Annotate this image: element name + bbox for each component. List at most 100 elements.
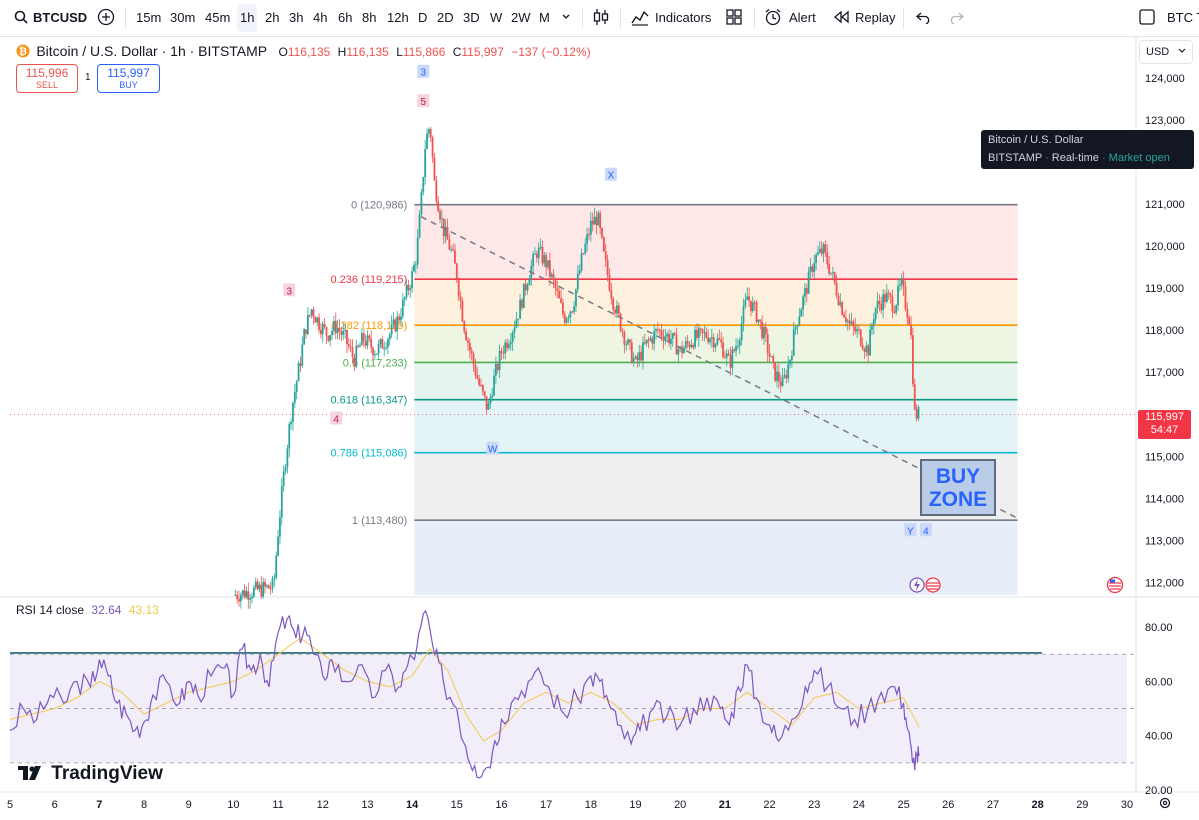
redo-icon[interactable] xyxy=(948,0,964,36)
interval-2h[interactable]: 2h xyxy=(262,0,282,36)
candle-body xyxy=(562,302,564,315)
candle-body xyxy=(340,331,343,335)
candle-body xyxy=(323,323,326,327)
tooltip-exchange: BITSTAMP xyxy=(988,152,1042,164)
candle-body xyxy=(528,279,531,286)
candle-body xyxy=(483,391,486,397)
candle-body xyxy=(362,333,365,342)
add-symbol-icon[interactable] xyxy=(97,0,115,36)
time-tick-label: 28 xyxy=(1032,799,1044,811)
us-flag-event-icon[interactable] xyxy=(1106,576,1124,599)
interval-d[interactable]: D xyxy=(415,0,430,36)
candle-body xyxy=(604,251,607,260)
candle-body xyxy=(885,292,888,302)
right-symbol-label[interactable]: BTC T xyxy=(1167,0,1199,36)
interval-30m[interactable]: 30m xyxy=(167,0,198,36)
candle-body xyxy=(578,270,581,274)
interval-2w[interactable]: 2W xyxy=(508,0,534,36)
candle-body xyxy=(444,226,447,237)
candle-body xyxy=(766,334,769,353)
candle-body xyxy=(563,314,566,323)
alert-button[interactable]: Alert xyxy=(789,0,816,36)
interval-3d[interactable]: 3D xyxy=(460,0,483,36)
candle-body xyxy=(684,341,687,348)
interval-1h[interactable]: 1h xyxy=(237,4,258,32)
symbol-search-icon[interactable] xyxy=(14,0,28,36)
interval-45m[interactable]: 45m xyxy=(202,0,233,36)
candle-body xyxy=(772,356,775,362)
interval-8h[interactable]: 8h xyxy=(359,0,379,36)
indicators-icon[interactable] xyxy=(631,0,649,36)
gear-icon[interactable] xyxy=(1158,796,1172,815)
layouts-icon[interactable] xyxy=(726,0,742,36)
candle-body xyxy=(429,129,432,138)
rsi-legend[interactable]: RSI 14 close 32.64 43.13 xyxy=(16,603,159,617)
candle-body xyxy=(312,309,315,318)
candle-body xyxy=(858,329,860,331)
candle-body xyxy=(500,351,503,353)
interval-15m[interactable]: 15m xyxy=(133,0,164,36)
undo-icon[interactable] xyxy=(916,0,932,36)
candle-body xyxy=(234,594,237,596)
candles-icon[interactable] xyxy=(592,0,610,36)
time-tick-label: 5 xyxy=(7,799,13,811)
candle-body xyxy=(852,321,855,327)
candle-body xyxy=(455,263,458,281)
price-tick-label: 112,000 xyxy=(1145,577,1184,589)
symbol-input[interactable]: BTCUSD xyxy=(33,0,87,36)
interval-m[interactable]: M xyxy=(536,0,553,36)
interval-2d[interactable]: 2D xyxy=(434,0,457,36)
candle-body xyxy=(491,395,494,398)
replay-icon[interactable] xyxy=(833,0,849,36)
sell-price: 115,996 xyxy=(25,66,69,80)
interval-3h[interactable]: 3h xyxy=(286,0,306,36)
alert-icon[interactable] xyxy=(764,0,782,36)
compare-checkbox-icon[interactable] xyxy=(1139,0,1155,36)
candle-body xyxy=(344,329,346,331)
candle-body xyxy=(623,331,626,345)
candle-body xyxy=(582,253,585,255)
indicators-button[interactable]: Indicators xyxy=(655,0,711,36)
interval-dropdown-icon[interactable] xyxy=(561,0,571,36)
sell-button[interactable]: 115,996 SELL xyxy=(16,64,78,93)
candle-body xyxy=(710,337,713,339)
time-tick-label: 10 xyxy=(227,799,239,811)
candle-body xyxy=(716,338,719,345)
interval-6h[interactable]: 6h xyxy=(335,0,355,36)
candle-body xyxy=(282,471,285,487)
candle-body xyxy=(239,595,242,602)
candle-body xyxy=(636,356,639,361)
symbol-legend[interactable]: ₿ Bitcoin / U.S. Dollar · 1h · BITSTAMP … xyxy=(16,43,591,59)
candle-body xyxy=(647,339,650,341)
candle-body xyxy=(729,355,732,368)
candle-body xyxy=(824,244,827,253)
candle-body xyxy=(396,316,399,332)
candle-body xyxy=(731,349,734,368)
candle-body xyxy=(770,356,773,358)
wave-label-box xyxy=(330,411,343,425)
price-tick-label: 115,000 xyxy=(1145,451,1184,463)
buy-button[interactable]: 115,997 BUY xyxy=(97,64,160,93)
time-tick-label: 12 xyxy=(317,799,329,811)
currency-selector[interactable]: USD xyxy=(1139,40,1193,64)
candle-body xyxy=(543,255,546,264)
candle-body xyxy=(887,292,890,295)
price-chart[interactable]: 0 (120,986) 0.236 (119,215) 0.382 (118,119… xyxy=(0,0,1199,820)
candle-body xyxy=(511,332,514,343)
candle-body xyxy=(305,329,307,335)
time-tick-label: 25 xyxy=(897,799,909,811)
replay-button[interactable]: Replay xyxy=(855,0,895,36)
wave-label-X: X xyxy=(608,171,615,182)
tradingview-logo[interactable]: TradingView xyxy=(18,763,163,785)
buy-price: 115,997 xyxy=(107,66,150,80)
candle-body xyxy=(554,280,557,289)
economic-event-icon[interactable] xyxy=(908,576,942,599)
interval-w[interactable]: W xyxy=(487,0,505,36)
candle-body xyxy=(705,332,708,338)
candle-body xyxy=(658,330,661,332)
interval-12h[interactable]: 12h xyxy=(384,0,412,36)
interval-4h[interactable]: 4h xyxy=(310,0,330,36)
buy-zone-box[interactable]: BUY ZONE xyxy=(920,459,996,516)
candle-body xyxy=(751,302,754,312)
candle-body xyxy=(359,345,361,347)
